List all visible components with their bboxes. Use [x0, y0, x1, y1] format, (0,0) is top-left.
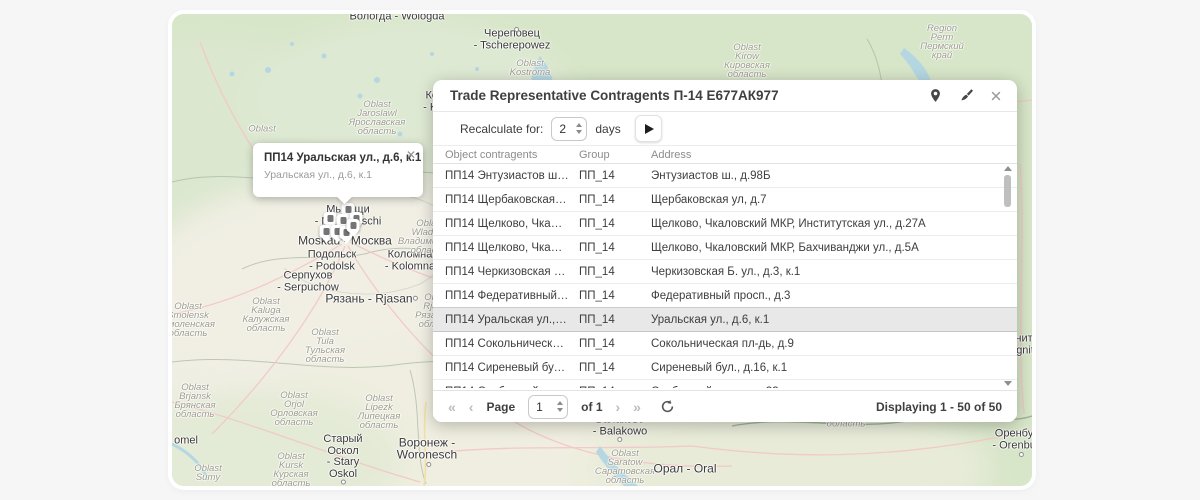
table-row[interactable]: ПП14 Щелково, Чкаловский МКР, Бахчивандж… — [433, 236, 1017, 260]
popup-close-icon[interactable]: ✕ — [406, 149, 416, 161]
cell-object-contragents: ПП14 Щелково, Чкаловский МКР, Институтск… — [445, 218, 579, 230]
table-row[interactable]: ПП14 Уральская ул., д.6, к.1ПП_14Уральск… — [433, 307, 1017, 332]
cell-address: Щелково, Чкаловский МКР, Бахчиванджи ул.… — [651, 242, 1017, 254]
prev-page-button[interactable]: ‹ — [469, 400, 474, 414]
grid-scrollbar[interactable] — [1002, 164, 1014, 390]
results-panel: Trade Representative Contragents П-14 Е6… — [433, 80, 1017, 422]
table-row[interactable]: ПП14 Сиреневый бул., д.16, к.1ПП_14Сирен… — [433, 356, 1017, 380]
cell-group: ПП_14 — [579, 290, 651, 302]
panel-title: Trade Representative Contragents П-14 Е6… — [450, 88, 779, 103]
clear-brush-icon[interactable] — [958, 88, 974, 104]
table-row[interactable]: ПП14 Сокольническая пл-дь, д.9ПП_14Сокол… — [433, 332, 1017, 356]
cell-group: ПП_14 — [579, 386, 651, 389]
column-group[interactable]: Group — [579, 149, 651, 161]
table-row[interactable]: ПП14 Федеративный просп., д.3ПП_14Федера… — [433, 284, 1017, 308]
table-row[interactable]: ПП14 Энтузиастов ш., д.98БПП_14Энтузиаст… — [433, 164, 1017, 188]
cell-object-contragents: ПП14 Щербаковская ул, д.7 — [445, 194, 579, 206]
cell-address: Черкизовская Б. ул., д.3, к.1 — [651, 266, 1017, 278]
cell-group: ПП_14 — [579, 242, 651, 254]
table-row[interactable]: ПП14 Свободный просп., д.33ПП_14Свободны… — [433, 380, 1017, 388]
cell-group: ПП_14 — [579, 266, 651, 278]
scroll-up-icon[interactable] — [1004, 166, 1012, 171]
cell-group: ПП_14 — [579, 362, 651, 374]
recalculate-toolbar: Recalculate for: days — [433, 112, 1017, 146]
cell-object-contragents: ПП14 Сокольническая пл-дь, д.9 — [445, 338, 579, 350]
cell-object-contragents: ПП14 Свободный просп., д.33 — [445, 386, 579, 389]
days-unit-label: days — [595, 122, 620, 136]
map-popup: ПП14 Уральская ул., д.6, к.1 Уральская у… — [253, 143, 423, 197]
cell-group: ПП_14 — [579, 194, 651, 206]
page-stepper[interactable] — [528, 395, 568, 419]
cell-group: ПП_14 — [579, 170, 651, 182]
table-row[interactable]: ПП14 Щелково, Чкаловский МКР, Институтск… — [433, 212, 1017, 236]
run-recalculate-button[interactable] — [635, 115, 662, 142]
table-row[interactable]: ПП14 Щербаковская ул, д.7ПП_14Щербаковск… — [433, 188, 1017, 212]
play-icon — [645, 124, 654, 134]
grid-header: Object contragents Group Address — [433, 146, 1017, 164]
page-label: Page — [486, 400, 515, 414]
cell-address: Щербаковская ул, д.7 — [651, 194, 1017, 206]
pagination-bar: « ‹ Page of 1 › » Displaying 1 - 50 of 5… — [433, 390, 1017, 422]
refresh-icon[interactable] — [660, 399, 675, 414]
column-object-contragents[interactable]: Object contragents — [445, 149, 579, 161]
cell-group: ПП_14 — [579, 314, 651, 326]
last-page-button[interactable]: » — [633, 400, 641, 414]
grid-rows: ПП14 Энтузиастов ш., д.98БПП_14Энтузиаст… — [433, 164, 1017, 388]
cell-group: ПП_14 — [579, 338, 651, 350]
popup-subtitle: Уральская ул., д.6, к.1 — [253, 167, 423, 183]
displaying-status: Displaying 1 - 50 of 50 — [876, 400, 1002, 414]
scroll-down-icon[interactable] — [1004, 381, 1012, 386]
table-row[interactable]: ПП14 Черкизовская Б. ул., д.3, к.1ПП_14Ч… — [433, 260, 1017, 284]
scrollbar-thumb[interactable] — [1004, 175, 1011, 207]
cell-address: Федеративный просп., д.3 — [651, 290, 1017, 302]
cell-address: Уральская ул., д.6, к.1 — [651, 314, 1017, 326]
page-of-label: of 1 — [581, 400, 602, 414]
cell-object-contragents: ПП14 Черкизовская Б. ул., д.3, к.1 — [445, 266, 579, 278]
popup-title: ПП14 Уральская ул., д.6, к.1 — [253, 143, 423, 167]
page-stepper-arrows-icon[interactable] — [557, 395, 563, 419]
show-on-map-pin-icon[interactable] — [928, 88, 943, 103]
cell-address: Энтузиастов ш., д.98Б — [651, 170, 1017, 182]
cell-group: ПП_14 — [579, 218, 651, 230]
recalculate-label: Recalculate for: — [460, 122, 543, 136]
cell-object-contragents: ПП14 Щелково, Чкаловский МКР, Бахчивандж… — [445, 242, 579, 254]
cell-address: Сокольническая пл-дь, д.9 — [651, 338, 1017, 350]
stepper-arrows-icon[interactable] — [576, 117, 582, 141]
cell-object-contragents: ПП14 Сиреневый бул., д.16, к.1 — [445, 362, 579, 374]
map-marker-pin[interactable] — [324, 212, 337, 225]
panel-header: Trade Representative Contragents П-14 Е6… — [433, 80, 1017, 112]
cell-object-contragents: ПП14 Федеративный просп., д.3 — [445, 290, 579, 302]
cell-address: Свободный просп., д.33 — [651, 386, 1017, 389]
map-marker-pin[interactable] — [347, 219, 360, 232]
cell-object-contragents: ПП14 Уральская ул., д.6, к.1 — [445, 314, 579, 326]
days-stepper[interactable] — [551, 117, 587, 141]
first-page-button[interactable]: « — [448, 400, 456, 414]
cell-address: Щелково, Чкаловский МКР, Институтская ул… — [651, 218, 1017, 230]
cell-address: Сиреневый бул., д.16, к.1 — [651, 362, 1017, 374]
next-page-button[interactable]: › — [616, 400, 621, 414]
cell-object-contragents: ПП14 Энтузиастов ш., д.98Б — [445, 170, 579, 182]
column-address[interactable]: Address — [651, 149, 1017, 161]
map-canvas[interactable]: Вологда - WologdaЧереповец- Tscherepowez… — [172, 14, 1032, 486]
close-icon[interactable] — [989, 89, 1003, 103]
